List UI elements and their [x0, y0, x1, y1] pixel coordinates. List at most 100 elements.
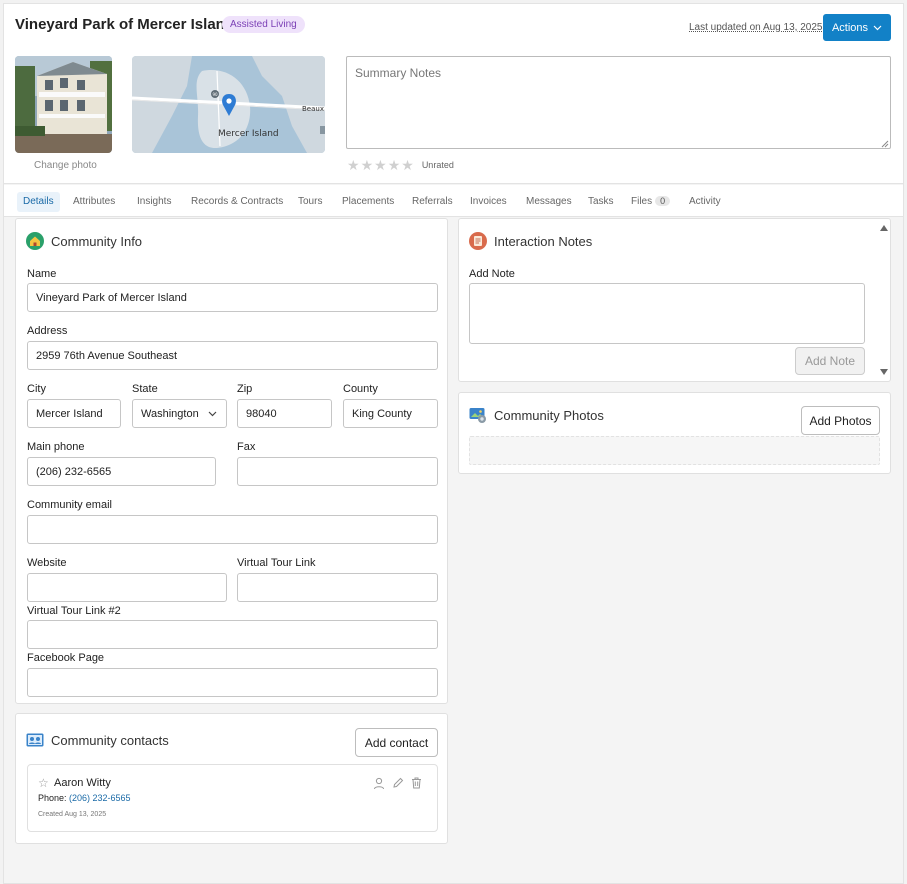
care-type-badge: Assisted Living [222, 16, 305, 33]
community-photo[interactable] [15, 56, 112, 153]
edit-pencil-icon[interactable] [392, 777, 404, 789]
place-label: Mercer Island [218, 129, 279, 139]
star-rating[interactable]: ★ ★ ★ ★ ★ Unrated [347, 158, 454, 172]
photos-dropzone[interactable] [469, 436, 880, 465]
state-select[interactable]: Washington [132, 399, 227, 428]
virtual-tour-input[interactable] [237, 573, 438, 602]
star-icon[interactable]: ★ [388, 158, 401, 172]
summary-notes-input[interactable]: Summary Notes [346, 56, 891, 149]
interaction-notes-title: Interaction Notes [494, 233, 593, 249]
house-icon [26, 232, 44, 250]
location-map[interactable]: 90 Beaux Arts Villa Mercer Island [132, 56, 325, 153]
tab-activity[interactable]: Activity [683, 192, 727, 212]
contact-card: ☆ Aaron Witty Phone: (206) 232-6565 Crea… [27, 764, 438, 832]
contact-phone-link[interactable]: (206) 232-6565 [69, 793, 131, 803]
area-label: Beaux Arts Villa [302, 105, 325, 113]
tab-referrals[interactable]: Referrals [406, 192, 459, 212]
change-photo-link[interactable]: Change photo [34, 160, 97, 171]
website-label: Website [27, 557, 67, 569]
email-label: Community email [27, 499, 112, 511]
person-icon[interactable] [373, 777, 385, 790]
contact-created: Created Aug 13, 2025 [38, 811, 107, 818]
add-note-label: Add Note [469, 268, 515, 280]
contacts-header: Community contacts [26, 731, 169, 749]
chevron-down-icon [208, 411, 217, 417]
virtual-tour-label: Virtual Tour Link [237, 557, 316, 569]
address-input[interactable]: 2959 76th Avenue Southeast [27, 341, 438, 370]
tab-invoices[interactable]: Invoices [464, 192, 513, 212]
tab-messages[interactable]: Messages [520, 192, 578, 212]
state-label: State [132, 383, 158, 395]
tab-tours[interactable]: Tours [292, 192, 328, 212]
contacts-title: Community contacts [51, 732, 169, 748]
tab-details[interactable]: Details [17, 192, 60, 212]
scroll-up-icon[interactable] [880, 225, 888, 231]
tab-files-label: Files [631, 196, 653, 207]
address-label: Address [27, 325, 68, 337]
city-input[interactable]: Mercer Island [27, 399, 121, 428]
route-label: 90 [212, 92, 218, 97]
contact-phone-label: Phone: [38, 793, 67, 803]
community-info-header: Community Info [26, 232, 142, 250]
website-input[interactable] [27, 573, 227, 602]
tab-records-contracts[interactable]: Records & Contracts [185, 192, 289, 212]
fax-label: Fax [237, 441, 256, 453]
page: Vineyard Park of Mercer Island Assisted … [3, 3, 904, 884]
star-outline-icon[interactable]: ☆ [38, 776, 49, 790]
community-header: Vineyard Park of Mercer Island Assisted … [4, 4, 903, 184]
resize-handle-icon[interactable] [881, 140, 889, 148]
virtual-tour-2-label: Virtual Tour Link #2 [27, 605, 121, 617]
interaction-notes-card: Interaction Notes Add Note Add Note [458, 218, 891, 382]
star-icon[interactable]: ★ [361, 158, 374, 172]
community-photos-title: Community Photos [494, 407, 604, 423]
name-input[interactable]: Vineyard Park of Mercer Island [27, 283, 438, 312]
files-count-badge: 0 [655, 196, 671, 206]
tab-tasks[interactable]: Tasks [582, 192, 620, 212]
star-icon[interactable]: ★ [374, 158, 387, 172]
page-title: Vineyard Park of Mercer Island [15, 16, 234, 33]
contacts-icon [26, 731, 44, 749]
actions-button[interactable]: Actions [823, 14, 891, 41]
email-input[interactable] [27, 515, 438, 544]
add-note-button[interactable]: Add Note [795, 347, 865, 375]
fax-input[interactable] [237, 457, 438, 486]
community-info-title: Community Info [51, 233, 143, 249]
star-icon[interactable]: ★ [401, 158, 414, 172]
facebook-label: Facebook Page [27, 652, 105, 664]
chevron-down-icon [873, 22, 882, 34]
star-icon[interactable]: ★ [347, 158, 360, 172]
tab-insights[interactable]: Insights [131, 192, 177, 212]
zip-label: Zip [237, 383, 253, 395]
community-photos-card: Community Photos Add Photos [458, 392, 891, 474]
interaction-notes-header: Interaction Notes [469, 232, 592, 250]
trash-icon[interactable] [411, 777, 422, 789]
rating-label: Unrated [421, 160, 454, 170]
add-contact-button[interactable]: Add contact [355, 728, 438, 757]
scroll-down-icon[interactable] [880, 369, 888, 375]
county-input[interactable]: King County [343, 399, 438, 428]
last-updated[interactable]: Last updated on Aug 13, 2025 [689, 22, 822, 33]
tab-files[interactable]: Files 0 [625, 192, 676, 212]
contact-name: Aaron Witty [54, 777, 111, 789]
facebook-input[interactable] [27, 668, 438, 697]
state-value: Washington [141, 408, 199, 420]
zip-input[interactable]: 98040 [237, 399, 332, 428]
community-photos-header: Community Photos [469, 406, 604, 424]
name-label: Name [27, 268, 57, 280]
photos-icon [469, 406, 487, 424]
tab-attributes[interactable]: Attributes [67, 192, 121, 212]
community-contacts-card: Community contacts Add contact ☆ Aaron W… [15, 713, 448, 844]
note-textarea[interactable] [469, 283, 865, 344]
notes-icon [469, 232, 487, 250]
main-phone-label: Main phone [27, 441, 85, 453]
virtual-tour-2-input[interactable] [27, 620, 438, 649]
city-label: City [27, 383, 46, 395]
community-info-card: Community Info Name Vineyard Park of Mer… [15, 218, 448, 704]
tab-bar: Details Attributes Insights Records & Co… [4, 185, 903, 217]
notes-scrollbar[interactable] [877, 219, 891, 381]
county-label: County [343, 383, 378, 395]
tab-placements[interactable]: Placements [336, 192, 400, 212]
actions-label: Actions [831, 21, 869, 34]
add-photos-button[interactable]: Add Photos [801, 406, 880, 435]
main-phone-input[interactable]: (206) 232-6565 [27, 457, 216, 486]
